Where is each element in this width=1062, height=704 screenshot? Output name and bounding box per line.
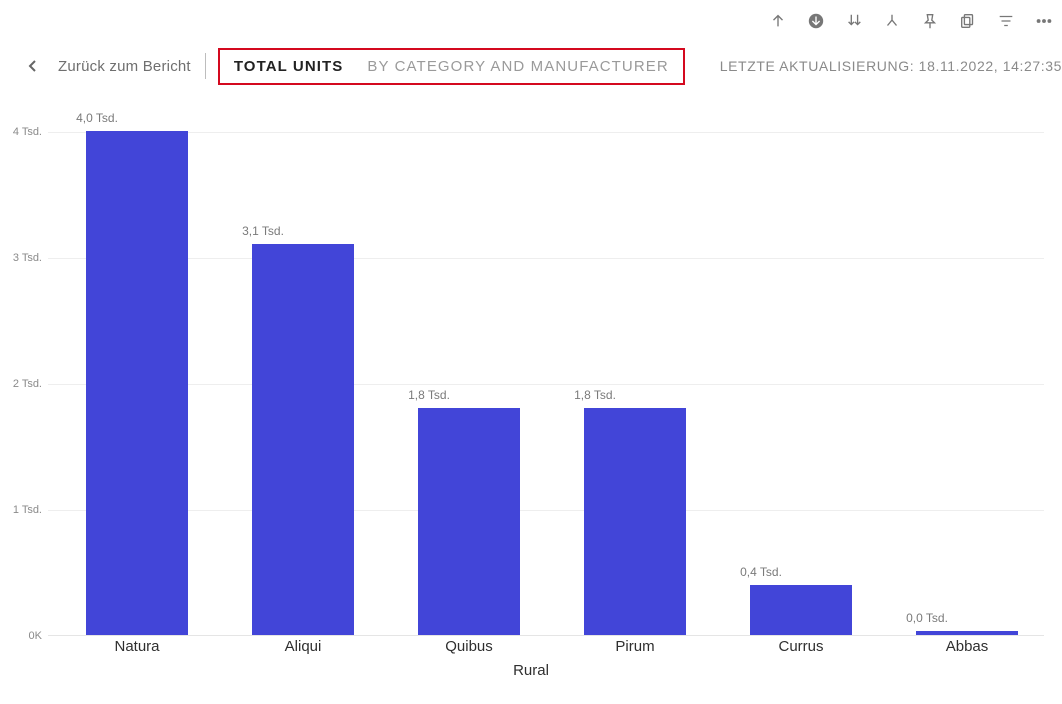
grid-line bbox=[48, 258, 1044, 259]
y-axis-tick: 2 Tsd. bbox=[0, 378, 42, 390]
x-axis-tick: Abbas bbox=[897, 638, 1037, 655]
pin-icon[interactable] bbox=[920, 11, 940, 31]
bar-value-label: 4,0 Tsd. bbox=[27, 111, 167, 125]
x-axis-tick: Quibus bbox=[399, 638, 539, 655]
back-to-report-link[interactable]: Zurück zum Bericht bbox=[58, 58, 191, 75]
x-axis-tick: Aliqui bbox=[233, 638, 373, 655]
bar-value-label: 0,4 Tsd. bbox=[691, 565, 831, 579]
filter-icon[interactable] bbox=[996, 11, 1016, 31]
plot-area: 4,0 Tsd.3,1 Tsd.1,8 Tsd.1,8 Tsd.0,4 Tsd.… bbox=[48, 132, 1044, 636]
y-axis-tick: 4 Tsd. bbox=[0, 126, 42, 138]
grid-line bbox=[48, 132, 1044, 133]
tabs-highlight-box: TOTAL UNITS BY CATEGORY AND MANUFACTURER bbox=[218, 48, 685, 85]
grid-line bbox=[48, 384, 1044, 385]
grid-line bbox=[48, 510, 1044, 511]
last-update-label: LETZTE AKTUALISIERUNG: 18.11.2022, 14:27… bbox=[720, 58, 1062, 74]
bar-aliqui[interactable] bbox=[252, 244, 355, 635]
bar-value-label: 1,8 Tsd. bbox=[359, 388, 499, 402]
double-down-icon[interactable] bbox=[844, 11, 864, 31]
y-axis-tick: 1 Tsd. bbox=[0, 504, 42, 516]
bar-chart: 4,0 Tsd. 3,1 Tsd. 1,8 Tsd. 1,8 Tsd. 0,4 Tsd.… bbox=[0, 112, 1062, 692]
x-axis-tick: Natura bbox=[67, 638, 207, 655]
bar-pirum[interactable] bbox=[584, 408, 687, 635]
more-icon[interactable] bbox=[1034, 11, 1054, 31]
branch-icon[interactable] bbox=[882, 11, 902, 31]
header-row: Zurück zum Bericht TOTAL UNITS BY CATEGO… bbox=[0, 46, 1062, 86]
chart-toolbar bbox=[768, 6, 1062, 36]
tab-total-units[interactable]: TOTAL UNITS bbox=[234, 58, 344, 75]
bar-natura[interactable] bbox=[86, 131, 189, 635]
up-arrow-icon[interactable] bbox=[768, 11, 788, 31]
y-axis-tick: 0K bbox=[0, 630, 42, 642]
x-axis-tick: Pirum bbox=[565, 638, 705, 655]
x-axis-title: Rural bbox=[0, 662, 1062, 679]
copy-icon[interactable] bbox=[958, 11, 978, 31]
down-arrow-filled-icon[interactable] bbox=[806, 11, 826, 31]
bar-value-label: 0,0 Tsd. bbox=[857, 611, 997, 625]
bar-value-label: 1,8 Tsd. bbox=[525, 388, 665, 402]
tab-by-category-manufacturer[interactable]: BY CATEGORY AND MANUFACTURER bbox=[367, 58, 668, 75]
bar-abbas[interactable] bbox=[916, 631, 1019, 635]
bar-value-label: 3,1 Tsd. bbox=[193, 224, 333, 238]
bar-quibus[interactable] bbox=[418, 408, 521, 635]
x-axis-tick: Currus bbox=[731, 638, 871, 655]
bar-currus[interactable] bbox=[750, 585, 853, 635]
y-axis-tick: 3 Tsd. bbox=[0, 252, 42, 264]
divider bbox=[205, 53, 206, 79]
back-icon[interactable] bbox=[26, 59, 40, 73]
